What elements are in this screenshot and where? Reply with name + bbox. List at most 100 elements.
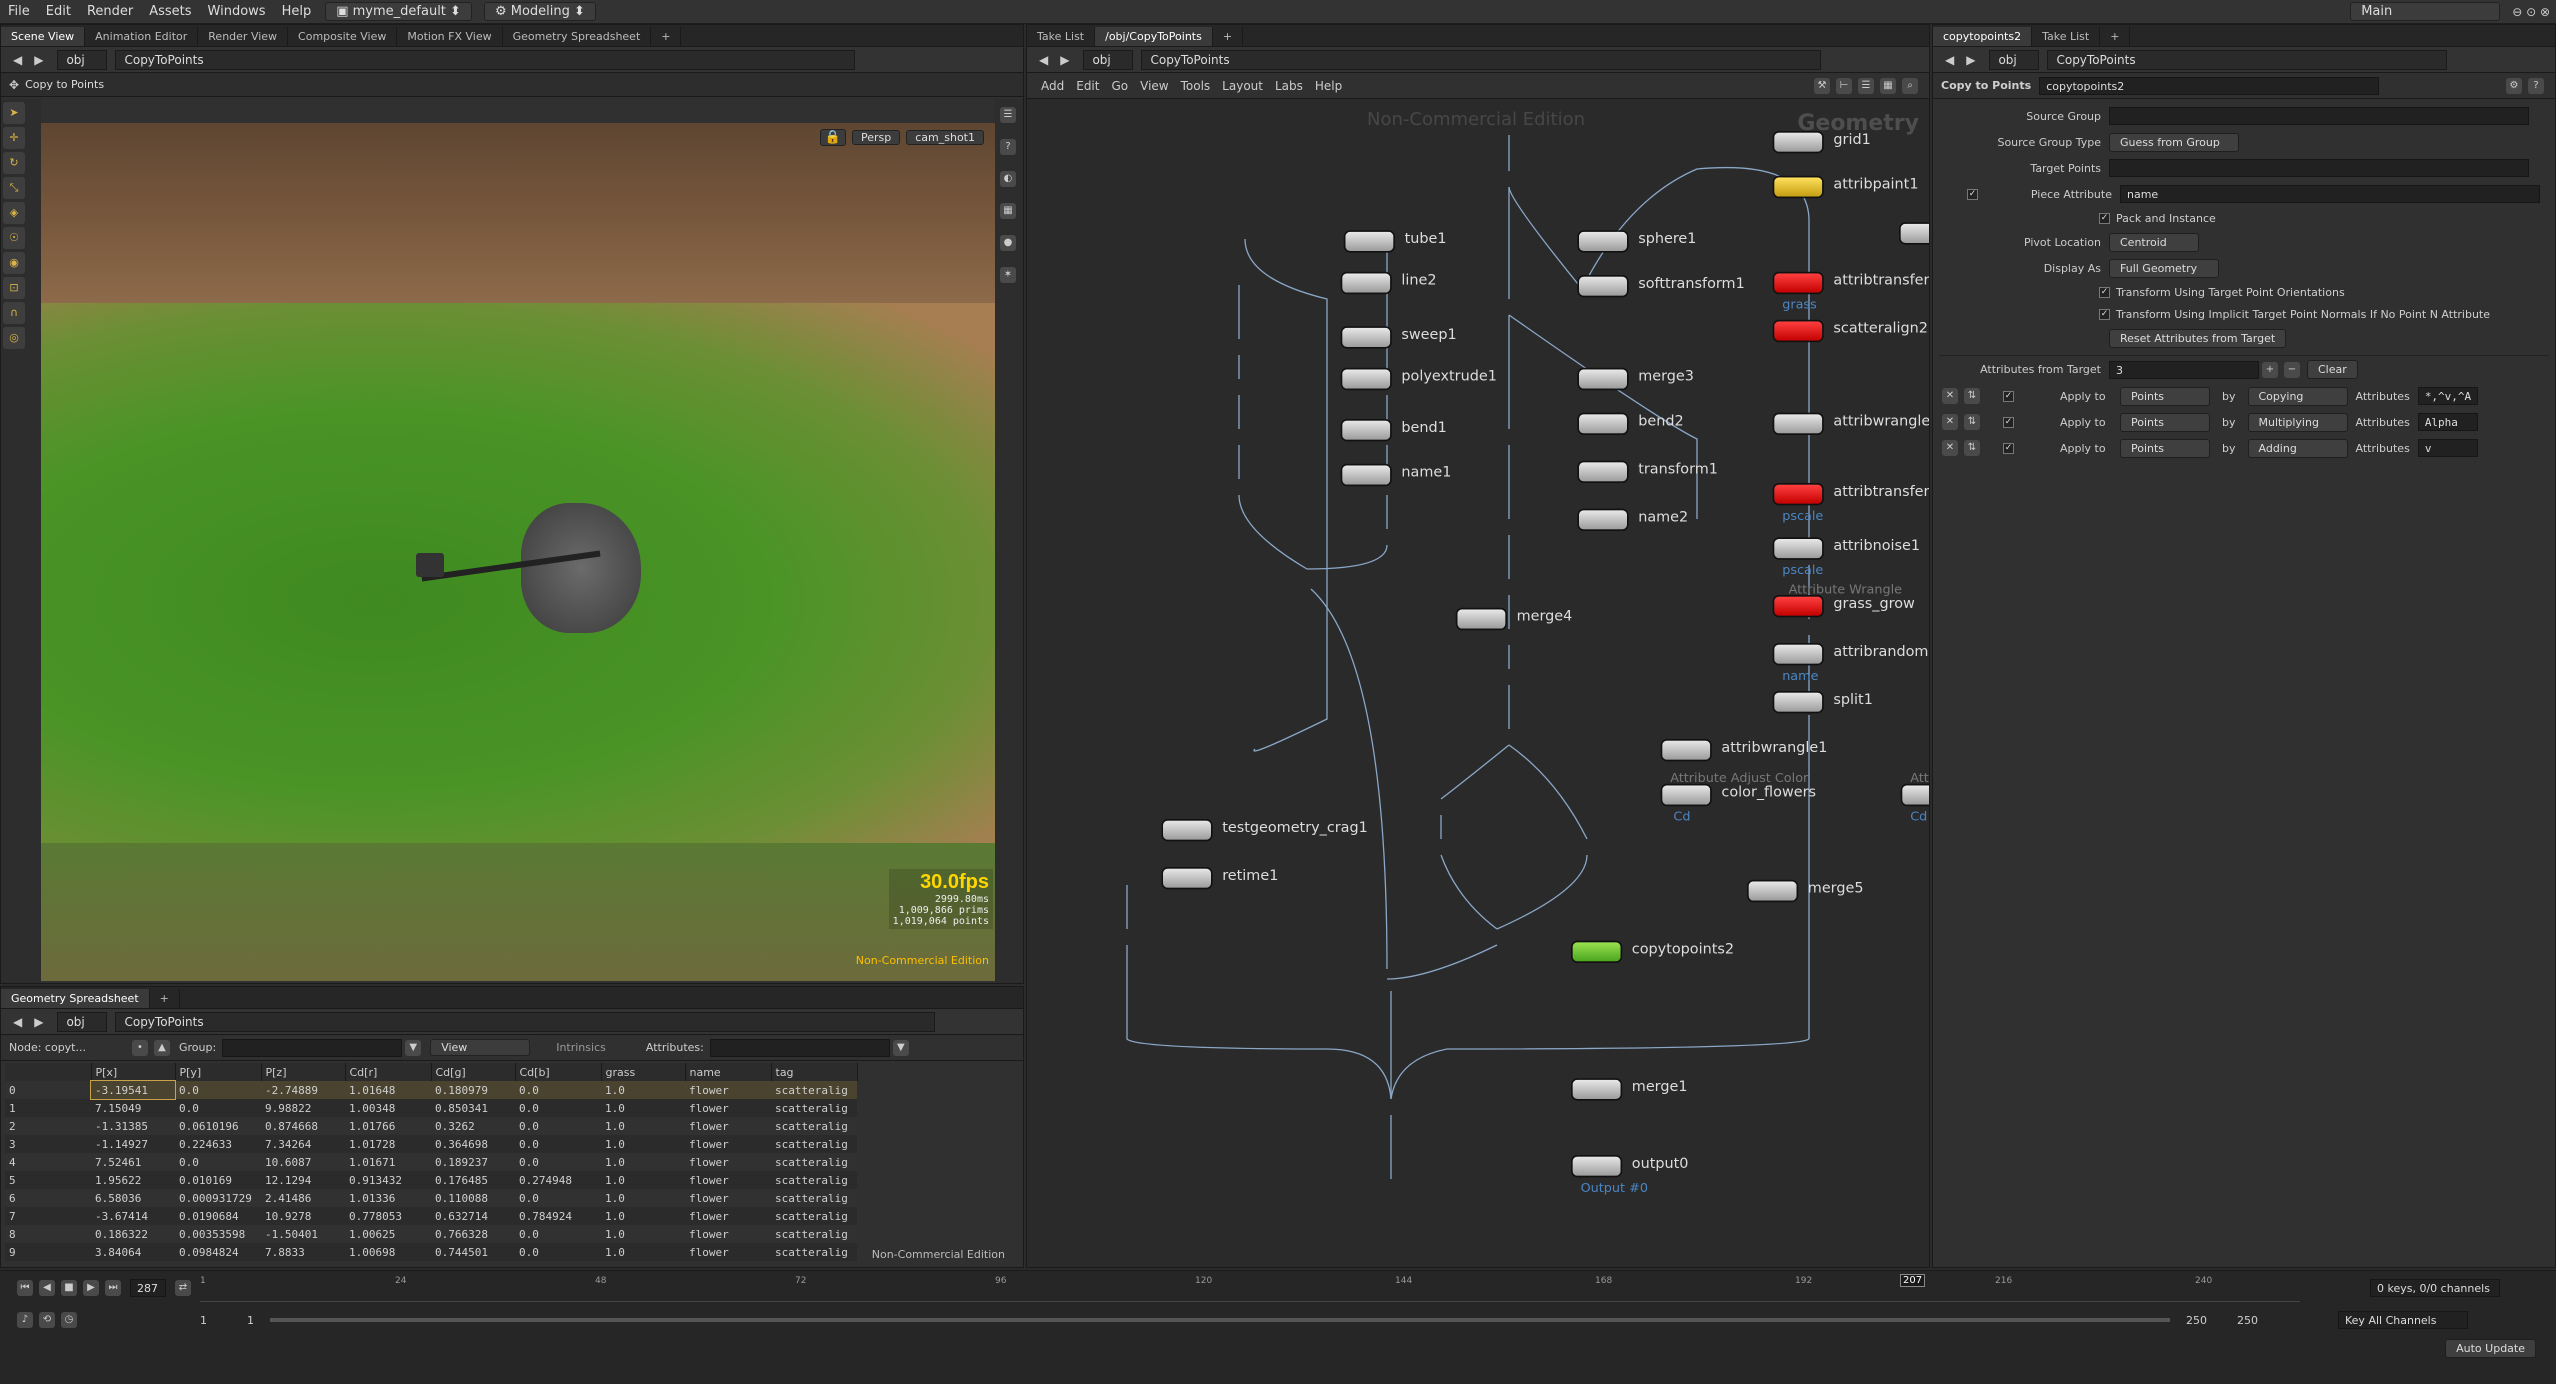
target-points-field[interactable]	[2109, 159, 2529, 177]
frame-field[interactable]: 287	[130, 1279, 166, 1297]
piece-attribute-checkbox[interactable]: ✓	[1967, 188, 1978, 200]
intrinsics-label[interactable]: Intrinsics	[556, 1041, 606, 1054]
add-tab-button-3[interactable]: +	[1213, 27, 1244, 46]
net-menu-labs[interactable]: Labs	[1269, 79, 1309, 93]
step-back-icon[interactable]: ◀	[39, 1280, 55, 1296]
rule-enable-checkbox[interactable]: ✓	[2003, 442, 2014, 454]
node-color_flowers[interactable]	[1660, 783, 1712, 807]
node-sphere1[interactable]	[1577, 230, 1629, 253]
ss-path-node[interactable]: CopyToPoints	[115, 1011, 936, 1032]
tree-icon[interactable]: ⊢	[1836, 77, 1852, 94]
node-attribnoise1[interactable]	[1772, 537, 1824, 560]
op-dropdown[interactable]: Copying	[2247, 386, 2348, 406]
move-rule-icon[interactable]: ⇅	[1964, 440, 1980, 456]
normals-checkbox[interactable]: ✓	[2099, 308, 2110, 320]
piece-attribute-field[interactable]: name	[2120, 185, 2540, 203]
range-end-2[interactable]: 250	[2237, 1314, 2258, 1327]
node-grass_grow[interactable]	[1772, 595, 1824, 618]
add-tab-button-4[interactable]: +	[2100, 27, 2131, 46]
pivot-dropdown[interactable]: Centroid	[2109, 232, 2199, 252]
node-output0[interactable]	[1571, 1155, 1623, 1178]
viewport-3d[interactable]: 🔒 Persp cam_shot1 30.0fps 2999.80ms 1,00…	[41, 123, 995, 981]
col-header[interactable]: Cd[r]	[345, 1063, 432, 1081]
node-attribwrangle1[interactable]	[1660, 739, 1712, 762]
apply-dropdown[interactable]: Points	[2120, 386, 2210, 406]
auto-update-button[interactable]: Auto Update	[2445, 1338, 2536, 1358]
node-color_grass[interactable]	[1900, 783, 1929, 807]
magnet-icon[interactable]: ∩	[3, 302, 25, 324]
add-tab-button-2[interactable]: +	[150, 989, 180, 1008]
node-attribpaint1[interactable]	[1772, 175, 1824, 199]
op-dropdown[interactable]: Adding	[2247, 438, 2348, 458]
back-arrow-icon-3[interactable]: ◀	[1033, 53, 1054, 67]
col-header[interactable]: tag	[771, 1063, 858, 1081]
display-options-icon[interactable]: ☰	[1000, 107, 1016, 123]
minus-icon[interactable]: −	[2284, 361, 2300, 378]
shading-icon[interactable]: ●	[1000, 235, 1016, 251]
node-line2[interactable]	[1340, 271, 1392, 295]
display-dropdown[interactable]: Full Geometry	[2109, 258, 2219, 278]
param-path-node[interactable]: CopyToPoints	[2047, 49, 2448, 70]
rule-enable-checkbox[interactable]: ✓	[2003, 390, 2014, 402]
node-bend1[interactable]	[1340, 419, 1392, 442]
tab-scene-view[interactable]: Scene View	[1, 27, 86, 46]
node-grid1[interactable]	[1772, 131, 1824, 154]
range-start-2[interactable]: 1	[247, 1314, 254, 1327]
source-group-field[interactable]	[2109, 107, 2529, 125]
lock-icon[interactable]: 🔒	[819, 129, 846, 146]
remove-rule-icon[interactable]: ✕	[1942, 414, 1958, 430]
realtime-icon[interactable]: ◷	[61, 1312, 77, 1328]
node-softtransform1[interactable]	[1577, 275, 1629, 298]
prims-mode-icon[interactable]: ▲	[154, 1039, 170, 1056]
tab-animation-editor[interactable]: Animation Editor	[85, 27, 199, 46]
back-arrow-icon[interactable]: ◀	[7, 53, 28, 67]
param-path-obj[interactable]: obj	[1989, 49, 2040, 70]
apply-dropdown[interactable]: Points	[2120, 438, 2210, 458]
filter-icon-2[interactable]: ▼	[892, 1039, 909, 1056]
table-row[interactable]: 8 0.186322 0.00353598 -1.50401 1.00625 0.7663…	[5, 1225, 857, 1243]
node-merge5[interactable]	[1747, 879, 1799, 903]
node-testgeometry_crag1[interactable]	[1161, 819, 1213, 842]
menu-assets[interactable]: Assets	[141, 4, 199, 19]
ss-path-obj[interactable]: obj	[57, 1011, 108, 1032]
net-menu-go[interactable]: Go	[1105, 79, 1134, 93]
source-group-type-dropdown[interactable]: Guess from Group	[2109, 132, 2239, 152]
node-name2[interactable]	[1577, 508, 1629, 531]
orient-checkbox[interactable]: ✓	[2099, 286, 2110, 298]
forward-arrow-icon-2[interactable]: ▶	[28, 1015, 49, 1029]
apply-dropdown[interactable]: Points	[2120, 412, 2210, 432]
node-attribtransfer1[interactable]	[1772, 483, 1824, 506]
attributes-field[interactable]	[709, 1038, 890, 1057]
group-field[interactable]	[222, 1038, 403, 1057]
list-icon[interactable]: ☰	[1858, 77, 1874, 94]
table-row[interactable]: 9 3.84064 0.0984824 7.8833 1.00698 0.744501 0.…	[5, 1243, 857, 1261]
move-rule-icon[interactable]: ⇅	[1964, 388, 1980, 404]
range-slider[interactable]	[270, 1318, 2170, 1322]
node-merge4[interactable]	[1455, 607, 1507, 631]
help-icon-2[interactable]: ?	[2528, 77, 2544, 94]
col-header[interactable]: P[y]	[175, 1063, 262, 1081]
tab-spreadsheet[interactable]: Geometry Spreadsheet	[1, 989, 150, 1008]
tab-motion-fx-view[interactable]: Motion FX View	[397, 27, 503, 46]
key-all-channels[interactable]: Key All Channels	[2338, 1311, 2468, 1329]
persp-dropdown[interactable]: Persp	[852, 130, 901, 145]
remove-rule-icon[interactable]: ✕	[1942, 388, 1958, 404]
select-tool-icon[interactable]: ➤	[3, 102, 25, 124]
node-tube1[interactable]	[1343, 230, 1395, 253]
col-header[interactable]: name	[685, 1063, 772, 1081]
shelf-set-dropdown[interactable]: ⚙ Modeling ⬍	[483, 2, 596, 21]
net-menu-add[interactable]: Add	[1035, 79, 1070, 93]
rule-attrs-field[interactable]: v	[2417, 439, 2478, 457]
forward-arrow-icon[interactable]: ▶	[28, 53, 49, 67]
audio-icon[interactable]: ♪	[17, 1312, 33, 1328]
col-header[interactable]: P[x]	[91, 1063, 176, 1081]
tab-take-list[interactable]: Take List	[1027, 27, 1096, 46]
move-tool-icon[interactable]: ✛	[3, 127, 25, 149]
path-node[interactable]: CopyToPoints	[115, 49, 856, 70]
clear-button[interactable]: Clear	[2307, 360, 2358, 379]
jump-end-icon[interactable]: ⏭	[105, 1280, 121, 1296]
table-row[interactable]: 5 1.95622 0.010169 12.1294 0.913432 0.176485 0…	[5, 1171, 857, 1189]
menu-render[interactable]: Render	[79, 4, 141, 19]
forward-arrow-icon-4[interactable]: ▶	[1960, 53, 1981, 67]
desktop-dropdown[interactable]: ▣ myme_default ⬍	[325, 2, 472, 21]
